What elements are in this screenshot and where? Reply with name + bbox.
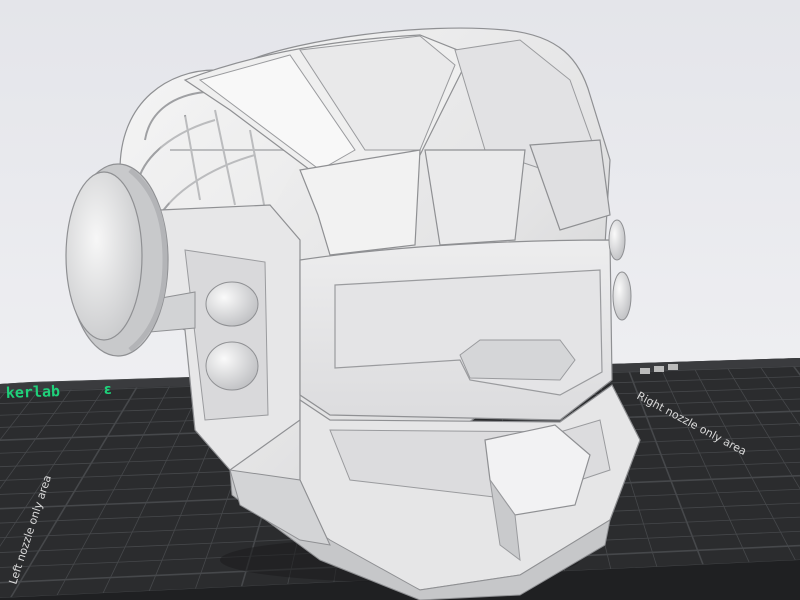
viewport-scene[interactable]: kerlab ε Right nozzle only area Left noz…: [0, 0, 800, 600]
helmet-visor-notch: [459, 339, 576, 381]
helmet-side-button-upper: [205, 281, 259, 327]
build-plate-logo-icon: ε: [104, 382, 112, 398]
helmet-right-knob-upper: [608, 219, 626, 261]
helmet-side-button-lower: [205, 341, 259, 391]
helmet-right-knob: [612, 271, 632, 321]
helmet-brow-plate-center: [424, 149, 526, 246]
helmet-ear-disc: [65, 171, 143, 341]
3d-viewport[interactable]: kerlab ε Right nozzle only area Left noz…: [0, 0, 800, 600]
build-plate-brand-text: kerlab: [6, 382, 61, 402]
